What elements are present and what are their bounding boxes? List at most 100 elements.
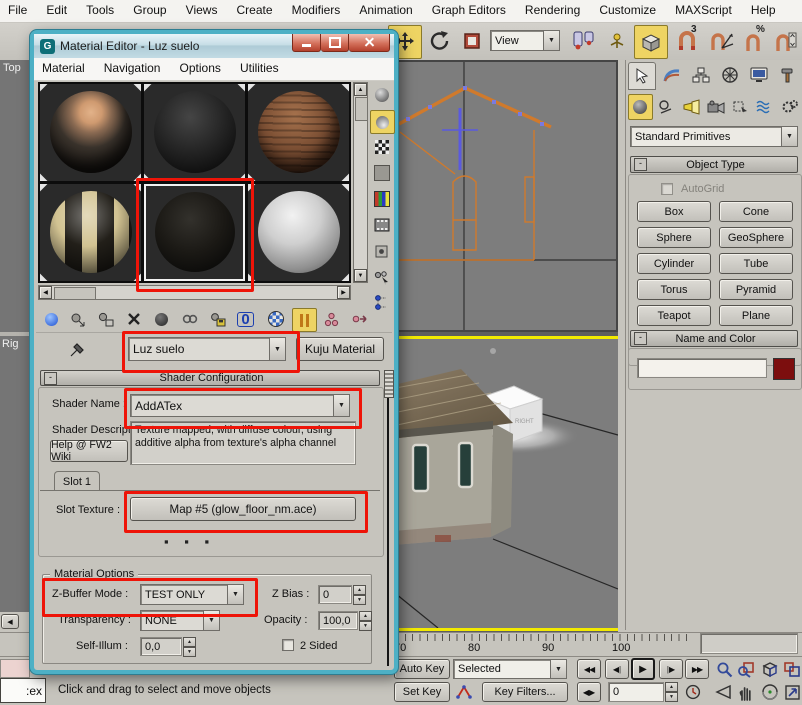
me-menu-options[interactable]: Options	[172, 58, 229, 78]
chevron-down-icon[interactable]: ▼	[550, 660, 566, 678]
spinner-snap-button[interactable]	[772, 26, 800, 56]
spinner-up-icon[interactable]: ▲	[359, 611, 372, 621]
spinner-up-icon[interactable]: ▲	[665, 682, 678, 692]
collapse-icon[interactable]: -	[634, 332, 647, 345]
material-type-button[interactable]: Kuju Material	[296, 337, 384, 361]
zoom-button[interactable]	[714, 659, 734, 679]
sample-slot-3[interactable]	[248, 84, 349, 181]
transform-gizmo[interactable]	[442, 108, 478, 170]
opacity-spinner[interactable]: ▲ ▼	[359, 611, 372, 630]
make-unique-button[interactable]	[178, 308, 201, 330]
backlight-button[interactable]	[370, 110, 395, 134]
spinner-down-icon[interactable]: ▼	[183, 647, 196, 657]
pan-view-button[interactable]	[736, 682, 756, 702]
menu-rendering[interactable]: Rendering	[517, 0, 588, 20]
key-mode-toggle-button[interactable]: ◀▶	[577, 682, 601, 702]
sample-slot-1[interactable]	[40, 84, 141, 181]
scroll-left-button[interactable]: ◀	[1, 614, 19, 629]
background-button[interactable]	[370, 136, 393, 158]
sample-slot-6[interactable]	[248, 184, 349, 281]
object-type-rollout-header[interactable]: - Object Type	[630, 156, 798, 173]
percent-snap-button[interactable]: %	[740, 26, 770, 56]
object-button-geosphere[interactable]: GeoSphere	[719, 227, 793, 248]
menu-create[interactable]: Create	[229, 0, 281, 20]
menu-graph-editors[interactable]: Graph Editors	[424, 0, 514, 20]
pick-material-from-object-button[interactable]	[66, 338, 88, 360]
menu-tools[interactable]: Tools	[78, 0, 122, 20]
select-and-manipulate-button[interactable]	[604, 27, 630, 55]
snaps-toggle-button[interactable]	[634, 25, 668, 59]
use-pivot-point-center-button[interactable]	[568, 26, 600, 56]
object-button-torus[interactable]: Torus	[637, 279, 711, 300]
field-of-view-button[interactable]	[714, 682, 734, 702]
sample-slot-2[interactable]	[144, 84, 245, 181]
tab-hierarchy[interactable]	[688, 62, 714, 88]
go-to-start-button[interactable]: ◀◀	[577, 659, 601, 679]
maximize-button[interactable]	[321, 34, 349, 52]
shader-name-dropdown[interactable]: AddATex ▼	[130, 394, 350, 417]
zoom-extents-all-button[interactable]	[782, 659, 802, 679]
chevron-down-icon[interactable]: ▼	[203, 611, 219, 630]
sample-vertical-scrollbar[interactable]: ▲ ▼	[353, 82, 368, 283]
set-key-mode-toggle[interactable]	[454, 682, 476, 702]
auto-key-button[interactable]: Auto Key	[394, 659, 450, 679]
chevron-down-icon[interactable]: ▼	[781, 127, 797, 146]
category-cameras[interactable]	[704, 95, 727, 119]
material-id-channel-button[interactable]: 0	[234, 308, 257, 330]
self-illum-field[interactable]: 0,0	[140, 637, 182, 656]
me-menu-material[interactable]: Material	[34, 58, 93, 78]
scroll-thumb[interactable]	[355, 97, 368, 121]
spinner-up-icon[interactable]: ▲	[183, 637, 196, 647]
slot-1-tab[interactable]: Slot 1	[54, 471, 100, 491]
material-editor-window[interactable]: G Material Editor - Luz suelo Material N	[30, 30, 398, 674]
z-bias-field[interactable]: 0	[318, 585, 352, 604]
chevron-down-icon[interactable]: ▼	[543, 31, 559, 50]
spinner-down-icon[interactable]: ▼	[353, 595, 366, 605]
tab-modify[interactable]	[659, 62, 685, 88]
name-color-rollout-header[interactable]: - Name and Color	[630, 330, 798, 347]
menu-modifiers[interactable]: Modifiers	[284, 0, 349, 20]
collapse-icon[interactable]: -	[44, 372, 57, 385]
z-buffer-mode-dropdown[interactable]: TEST ONLY ▼	[140, 584, 244, 605]
scroll-up-button[interactable]: ▲	[354, 83, 367, 96]
show-end-result-button[interactable]	[292, 308, 317, 332]
chevron-down-icon[interactable]: ▼	[269, 338, 285, 360]
min-max-toggle-button[interactable]	[782, 682, 802, 702]
menu-file[interactable]: File	[0, 0, 35, 20]
zoom-extents-button[interactable]	[760, 659, 780, 679]
show-map-in-viewport-button[interactable]	[264, 308, 287, 330]
menu-group[interactable]: Group	[125, 0, 174, 20]
object-button-pyramid[interactable]: Pyramid	[719, 279, 793, 300]
scroll-down-button[interactable]: ▼	[354, 269, 367, 282]
scroll-right-button[interactable]: ▶	[337, 286, 350, 299]
put-material-to-scene-button[interactable]	[66, 308, 89, 330]
object-color-swatch[interactable]	[773, 358, 795, 380]
tab-utilities[interactable]	[775, 62, 801, 88]
material-editor-options-button[interactable]	[370, 240, 393, 262]
object-button-plane[interactable]: Plane	[719, 305, 793, 326]
object-button-box[interactable]: Box	[637, 201, 711, 222]
make-preview-button[interactable]	[370, 214, 393, 236]
me-menu-navigation[interactable]: Navigation	[96, 58, 169, 78]
sample-horizontal-scrollbar[interactable]: ◀ ▶	[38, 285, 351, 300]
previous-frame-button[interactable]: ◀|	[605, 659, 629, 679]
collapse-icon[interactable]: -	[634, 158, 647, 171]
tab-display[interactable]	[746, 62, 772, 88]
assign-material-to-selection-button[interactable]	[94, 308, 117, 330]
two-sided-checkbox[interactable]	[282, 639, 294, 651]
play-button[interactable]: ▶	[631, 658, 655, 680]
transparency-dropdown[interactable]: NONE ▼	[140, 610, 220, 631]
slot-texture-button[interactable]: Map #5 (glow_floor_nm.ace)	[130, 497, 356, 521]
tab-create[interactable]	[628, 62, 656, 90]
sample-slot-5-selected[interactable]	[144, 184, 245, 281]
frame-spinner[interactable]: ▲ ▼	[665, 682, 678, 702]
viewport-top-left-strip[interactable]: Top	[0, 60, 31, 332]
make-material-copy-button[interactable]	[150, 308, 173, 330]
category-geometry[interactable]	[628, 94, 653, 120]
z-bias-spinner[interactable]: ▲ ▼	[353, 585, 366, 604]
menu-views[interactable]: Views	[178, 0, 226, 20]
viewport-label-top[interactable]: Top	[3, 62, 21, 74]
spinner-down-icon[interactable]: ▼	[665, 692, 678, 702]
object-button-cylinder[interactable]: Cylinder	[637, 253, 711, 274]
viewport-right-left-strip[interactable]: Rig	[0, 336, 31, 612]
